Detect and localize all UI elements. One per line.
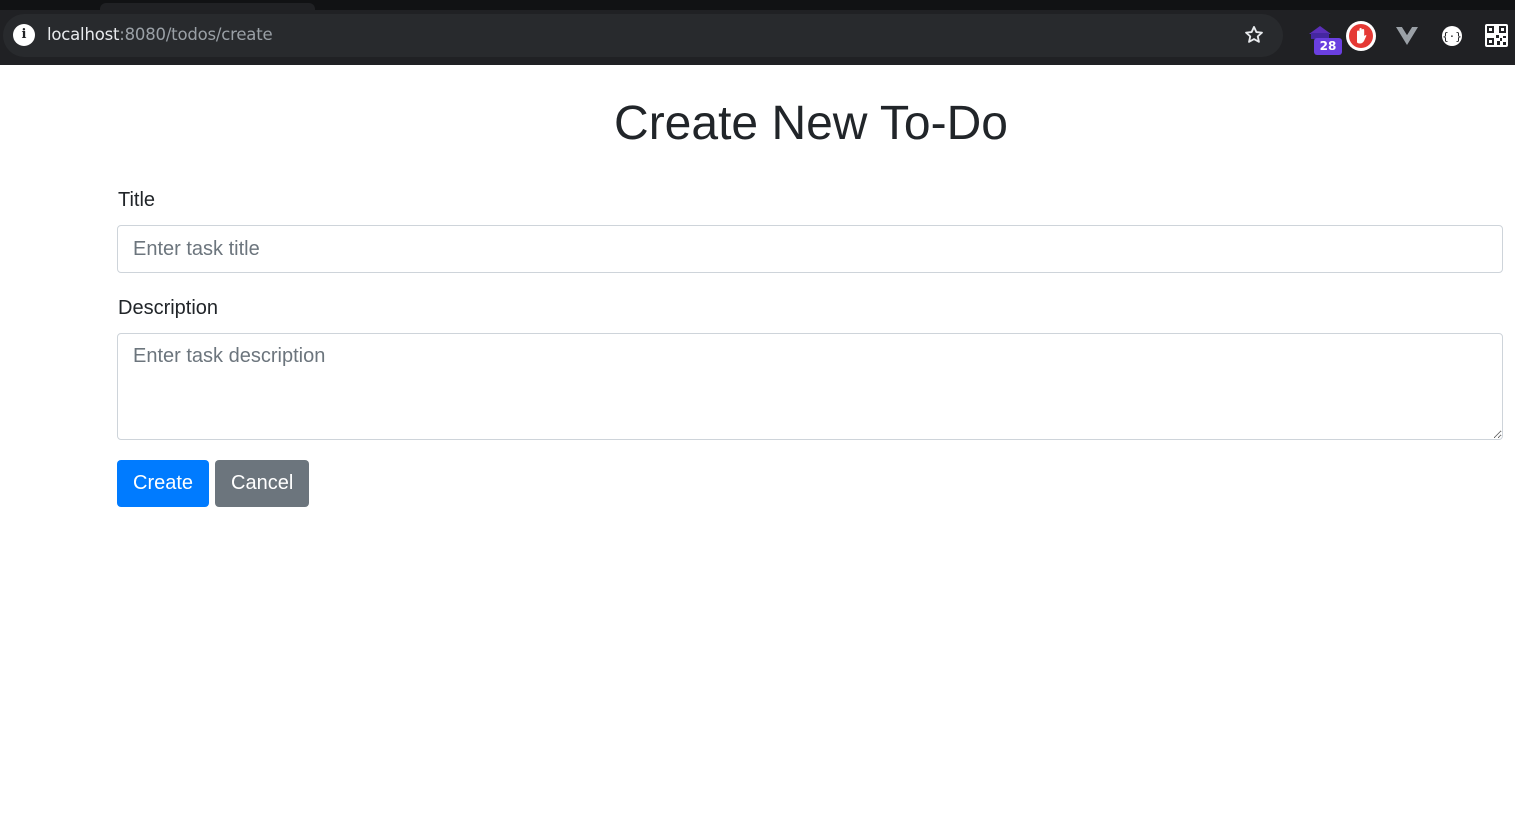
cancel-button[interactable]: Cancel xyxy=(215,460,309,507)
browser-tab-strip xyxy=(0,0,1515,10)
url-path: :8080/todos/create xyxy=(119,25,273,44)
description-label: Description xyxy=(118,297,219,319)
qr-code-icon[interactable] xyxy=(1485,24,1508,47)
info-icon[interactable]: i xyxy=(13,24,35,46)
vue-devtools-icon[interactable] xyxy=(1395,25,1419,47)
svg-text:{·}: {·} xyxy=(1442,30,1462,43)
bookmark-star-icon[interactable] xyxy=(1243,24,1265,46)
address-bar[interactable]: i localhost:8080/todos/create xyxy=(3,14,1283,57)
page-title: Create New To-Do xyxy=(614,97,1008,150)
json-viewer-icon[interactable]: {·} xyxy=(1441,25,1463,47)
active-tab[interactable] xyxy=(100,3,315,10)
stack-extension-icon[interactable]: 28 xyxy=(1305,24,1342,55)
url-text[interactable]: localhost:8080/todos/create xyxy=(47,25,273,45)
url-host: localhost xyxy=(47,25,120,44)
title-label: Title xyxy=(118,189,156,211)
title-input[interactable] xyxy=(117,225,1503,273)
browser-toolbar: i localhost:8080/todos/create 28 {·} xyxy=(0,10,1515,65)
create-button[interactable]: Create xyxy=(117,460,209,507)
description-textarea[interactable] xyxy=(117,333,1503,440)
adblock-hand-icon[interactable] xyxy=(1345,20,1377,52)
extension-badge: 28 xyxy=(1314,38,1342,55)
